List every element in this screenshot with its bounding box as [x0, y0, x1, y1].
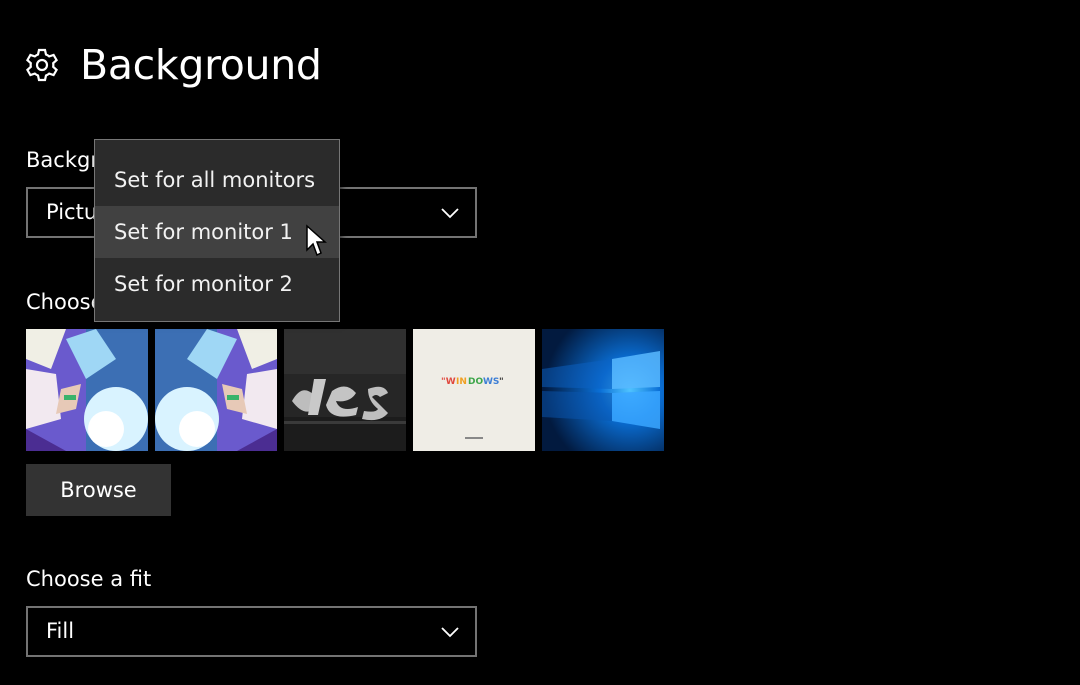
- svg-text:"W: "W: [441, 377, 456, 387]
- menu-item-set-monitor-2[interactable]: Set for monitor 2: [95, 258, 339, 310]
- svg-text:IN: IN: [456, 377, 467, 387]
- wallpaper-thumbnail-2[interactable]: [155, 329, 277, 451]
- svg-text:DO: DO: [468, 377, 483, 387]
- svg-text:WS: WS: [483, 377, 499, 387]
- page-title: Background: [80, 41, 322, 89]
- menu-item-set-monitor-1[interactable]: Set for monitor 1: [95, 206, 339, 258]
- fit-select[interactable]: Fill: [26, 606, 477, 657]
- wallpaper-thumbnail-3[interactable]: [284, 329, 406, 451]
- browse-button[interactable]: Browse: [26, 464, 171, 516]
- fit-value: Fill: [46, 619, 75, 643]
- menu-item-set-all-monitors[interactable]: Set for all monitors: [95, 154, 339, 206]
- wallpaper-thumbnail-1[interactable]: [26, 329, 148, 451]
- gear-icon: [26, 48, 58, 82]
- chevron-down-icon: [441, 208, 459, 219]
- chevron-down-icon: [441, 627, 459, 638]
- wallpaper-thumbnail-4[interactable]: "W IN DO WS ": [413, 329, 535, 451]
- svg-text:": ": [499, 377, 504, 387]
- monitor-context-menu: Set for all monitors Set for monitor 1 S…: [94, 139, 340, 322]
- wallpaper-thumbnail-5[interactable]: [542, 329, 664, 451]
- choose-fit-label: Choose a fit: [26, 567, 152, 591]
- mouse-cursor-icon: [306, 224, 327, 257]
